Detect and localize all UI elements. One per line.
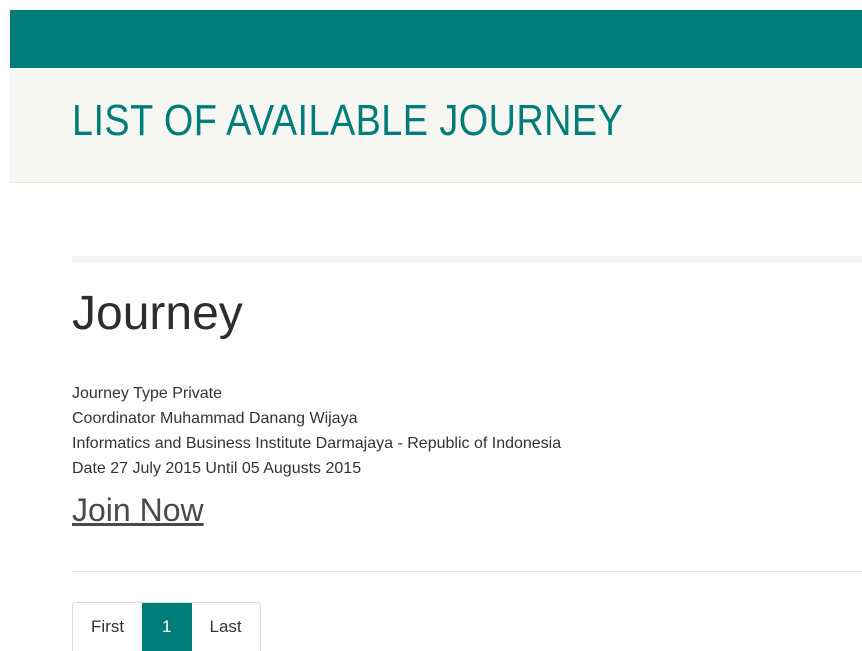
pagination-last-button[interactable]: Last [191,603,260,651]
journey-institution: Informatics and Business Institute Darma… [72,435,562,452]
journey-type: Journey Type Private [72,385,223,402]
journey-date: Date 27 July 2015 Until 05 Augusts 2015 [72,460,362,477]
page-header: LIST OF AVAILABLE JOURNEY [10,68,862,183]
page-title: LIST OF AVAILABLE JOURNEY [72,96,624,145]
journey-heading: Journey [72,287,243,340]
join-now-link[interactable]: Join Now [72,491,204,529]
section-divider-top [72,256,862,262]
pagination-page-current[interactable]: 1 [142,603,192,651]
top-bar [10,10,862,68]
pagination-first-button[interactable]: First [73,603,143,651]
pagination: First 1 Last [72,602,261,651]
journey-details: Journey Type Private Coordinator Muhamma… [72,381,561,481]
section-divider-bottom [72,571,862,572]
journey-coordinator: Coordinator Muhammad Danang Wijaya [72,410,358,427]
